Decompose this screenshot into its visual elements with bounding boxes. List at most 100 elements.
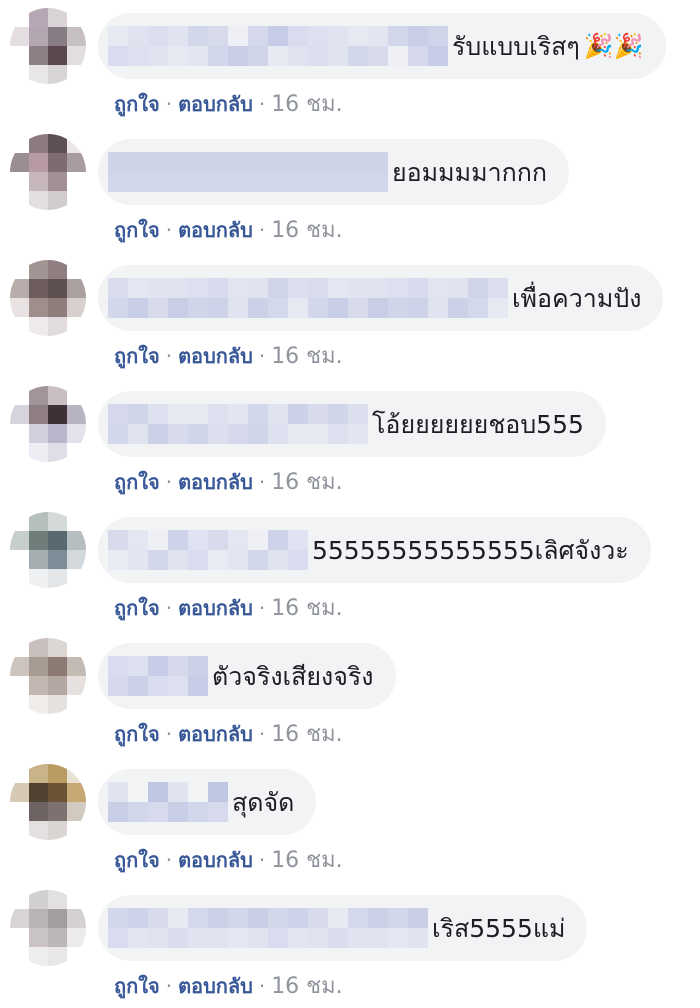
comment: ยอมมมมากกก ถูกใจ · ตอบกลับ · 16 ชม. [0, 126, 700, 252]
comment-body: รับแบบเริสๆ [452, 31, 580, 61]
separator-dot: · [258, 218, 266, 242]
name-blur-pixel [348, 424, 368, 444]
party-popper-icon: 🎉🎉 [583, 32, 644, 60]
avatar-pixel [67, 317, 86, 336]
name-blur-pixel [368, 928, 388, 948]
name-blur-pixel [448, 298, 468, 318]
avatar-pixel [10, 65, 29, 84]
timestamp[interactable]: 16 ชม. [271, 218, 342, 243]
avatar[interactable] [10, 638, 86, 714]
avatar-pixel [67, 569, 86, 588]
blurred-commenter-name[interactable] [108, 656, 208, 696]
timestamp[interactable]: 16 ชม. [271, 722, 342, 747]
name-blur-pixel [228, 26, 248, 46]
avatar-pixel [29, 46, 48, 65]
reply-link[interactable]: ตอบกลับ [178, 344, 253, 368]
timestamp[interactable]: 16 ชม. [271, 470, 342, 495]
avatar[interactable] [10, 8, 86, 84]
avatar-pixel [10, 134, 29, 153]
blurred-commenter-name[interactable] [108, 404, 368, 444]
name-blur-pixel [148, 278, 168, 298]
name-blur-pixel [128, 424, 148, 444]
name-blur-pixel [348, 152, 368, 172]
like-link[interactable]: ถูกใจ [114, 596, 160, 620]
timestamp[interactable]: 16 ชม. [271, 848, 342, 873]
like-link[interactable]: ถูกใจ [114, 218, 160, 242]
blurred-commenter-name[interactable] [108, 278, 508, 318]
reply-link[interactable]: ตอบกลับ [178, 218, 253, 242]
reply-link[interactable]: ตอบกลับ [178, 92, 253, 116]
name-blur-pixel [308, 278, 328, 298]
avatar-pixel [67, 802, 86, 821]
name-blur-pixel [408, 298, 428, 318]
name-blur-pixel [168, 908, 188, 928]
name-blur-pixel [288, 152, 308, 172]
separator-dot: · [258, 344, 266, 368]
like-link[interactable]: ถูกใจ [114, 722, 160, 746]
avatar-pixel [29, 512, 48, 531]
timestamp[interactable]: 16 ชม. [271, 344, 342, 369]
like-link[interactable]: ถูกใจ [114, 92, 160, 116]
separator-dot: · [165, 848, 173, 872]
name-blur-pixel [308, 404, 328, 424]
like-link[interactable]: ถูกใจ [114, 470, 160, 494]
avatar-pixel [67, 821, 86, 840]
comment-actions: ถูกใจ · ตอบกลับ · 16 ชม. [114, 338, 343, 373]
avatar-pixel [67, 657, 86, 676]
reply-link[interactable]: ตอบกลับ [178, 848, 253, 872]
avatar[interactable] [10, 134, 86, 210]
like-link[interactable]: ถูกใจ [114, 974, 160, 998]
timestamp[interactable]: 16 ชม. [271, 974, 342, 999]
comment: รับแบบเริสๆ 🎉🎉 ถูกใจ · ตอบกลับ · 16 ชม. [0, 0, 700, 126]
name-blur-pixel [308, 46, 328, 66]
like-link[interactable]: ถูกใจ [114, 848, 160, 872]
avatar[interactable] [10, 890, 86, 966]
blurred-commenter-name[interactable] [108, 908, 428, 948]
blurred-commenter-name[interactable] [108, 782, 228, 822]
name-blur-pixel [168, 152, 188, 172]
name-blur-pixel [268, 46, 288, 66]
avatar[interactable] [10, 260, 86, 336]
avatar-pixel [48, 317, 67, 336]
name-blur-pixel [348, 298, 368, 318]
name-blur-pixel [148, 782, 168, 802]
name-blur-pixel [248, 908, 268, 928]
name-blur-pixel [388, 928, 408, 948]
like-link[interactable]: ถูกใจ [114, 344, 160, 368]
blurred-commenter-name[interactable] [108, 26, 448, 66]
avatar-pixel [48, 172, 67, 191]
avatar-pixel [10, 695, 29, 714]
name-blur-pixel [148, 46, 168, 66]
name-blur-pixel [108, 550, 128, 570]
name-blur-pixel [208, 26, 228, 46]
timestamp[interactable]: 16 ชม. [271, 92, 342, 117]
avatar[interactable] [10, 764, 86, 840]
name-blur-pixel [188, 404, 208, 424]
reply-link[interactable]: ตอบกลับ [178, 596, 253, 620]
reply-link[interactable]: ตอบกลับ [178, 470, 253, 494]
name-blur-pixel [108, 172, 128, 192]
avatar-pixel [10, 550, 29, 569]
blurred-commenter-name[interactable] [108, 530, 308, 570]
avatar-pixel [10, 172, 29, 191]
name-blur-pixel [488, 278, 508, 298]
avatar-pixel [48, 46, 67, 65]
comment-body: 55555555555555เลิศจังวะ [312, 535, 629, 565]
name-blur-pixel [108, 278, 128, 298]
name-blur-pixel [148, 26, 168, 46]
name-blur-pixel [168, 656, 188, 676]
avatar-pixel [48, 550, 67, 569]
avatar-pixel [29, 676, 48, 695]
avatar[interactable] [10, 512, 86, 588]
reply-link[interactable]: ตอบกลับ [178, 722, 253, 746]
name-blur-pixel [308, 26, 328, 46]
avatar-pixel [10, 657, 29, 676]
avatar[interactable] [10, 386, 86, 462]
avatar-pixel [67, 279, 86, 298]
timestamp[interactable]: 16 ชม. [271, 596, 342, 621]
avatar-pixel [48, 947, 67, 966]
name-blur-pixel [188, 298, 208, 318]
avatar-pixel [29, 8, 48, 27]
reply-link[interactable]: ตอบกลับ [178, 974, 253, 998]
blurred-commenter-name[interactable] [108, 152, 388, 192]
